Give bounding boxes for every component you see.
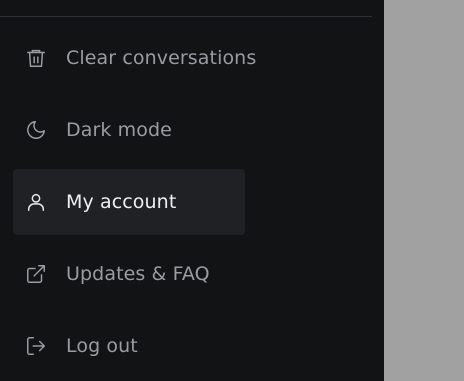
moon-icon <box>24 118 48 142</box>
app-window: Clear conversations Dark mode My account <box>0 0 464 381</box>
updates-faq-link[interactable]: Updates & FAQ <box>13 241 245 307</box>
log-out-label: Log out <box>66 335 138 357</box>
dark-mode-button[interactable]: Dark mode <box>13 97 245 163</box>
log-out-icon <box>24 334 48 358</box>
user-icon <box>24 190 48 214</box>
modal-backdrop[interactable] <box>384 0 464 381</box>
clear-conversations-button[interactable]: Clear conversations <box>13 25 256 91</box>
sidebar-menu: Clear conversations Dark mode My account <box>0 0 384 381</box>
my-account-label: My account <box>66 191 177 213</box>
log-out-button[interactable]: Log out <box>13 313 245 379</box>
updates-faq-label: Updates & FAQ <box>66 263 210 285</box>
dark-mode-label: Dark mode <box>66 119 172 141</box>
external-link-icon <box>24 262 48 286</box>
my-account-button[interactable]: My account <box>13 169 245 235</box>
menu-divider <box>0 16 372 17</box>
clear-conversations-label: Clear conversations <box>66 47 257 69</box>
trash-icon <box>24 46 48 70</box>
